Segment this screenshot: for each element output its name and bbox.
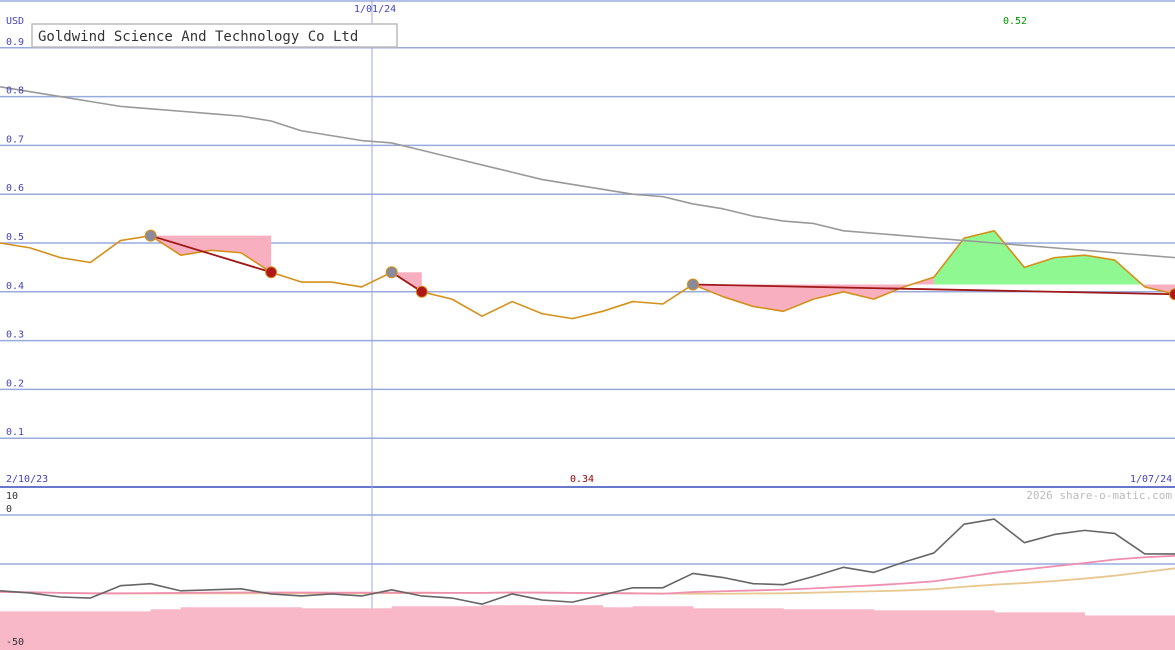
y-tick-label: 0.3 — [6, 330, 24, 341]
y-tick-label: 0.8 — [6, 86, 24, 97]
y-tick-label: 0.2 — [6, 378, 24, 389]
histogram-bar — [632, 606, 694, 650]
peak-marker — [686, 278, 699, 291]
indicator-y-tick-label: -50 — [6, 637, 24, 648]
y-tick-label: 0.6 — [6, 183, 24, 194]
stock-chart: 0.9 0.8 0.7 0.6 0.5 0.4 0.3 0.2 0.1 10 0 -50 Goldw… — [0, 0, 1175, 650]
gain-shaded-region — [933, 230, 1145, 287]
histogram-bar — [150, 609, 182, 650]
trough-marker — [265, 266, 278, 279]
indicator-panel-histogram — [0, 605, 1175, 650]
histogram-bar — [1084, 615, 1175, 650]
histogram-bar — [391, 606, 483, 650]
price-panel-grid — [0, 0, 1175, 650]
histogram-bar — [994, 612, 1086, 650]
x-axis-top-date-label: 1/01/24 — [354, 4, 396, 15]
histogram-bar — [692, 608, 784, 650]
x-axis-end-date-label: 1/07/24 — [1130, 474, 1172, 485]
trough-marker — [415, 285, 428, 298]
period-high-label: 0.52 — [1003, 16, 1027, 27]
momentum-series-line — [0, 518, 1175, 605]
y-tick-label: 0.4 — [6, 281, 24, 292]
y-tick-label: 0.5 — [6, 232, 24, 243]
loss-shaded-region — [692, 277, 934, 312]
pink_ma-series-line — [0, 554, 1175, 595]
histogram-bar — [180, 607, 302, 650]
chart-stage: 0.9 0.8 0.7 0.6 0.5 0.4 0.3 0.2 0.1 10 0 -50 Goldw… — [0, 0, 1175, 650]
watermark-text: 2026 share-o-matic.com — [1026, 489, 1172, 502]
y-tick-label: 0.7 — [6, 134, 24, 145]
chart-title: Goldwind Science And Technology Co Ltd — [38, 29, 358, 45]
histogram-bar — [873, 610, 995, 650]
histogram-bar — [301, 608, 393, 650]
indicator-y-tick-label: 0 — [6, 504, 12, 515]
peak-marker — [144, 229, 157, 242]
histogram-bar — [783, 609, 875, 650]
y-axis-unit-label: USD — [6, 16, 24, 27]
indicator-panel-series — [0, 518, 1175, 605]
histogram-bar — [482, 605, 604, 650]
histogram-bar — [602, 607, 634, 650]
indicator-y-tick-label: 10 — [6, 491, 18, 502]
y-tick-label: 0.9 — [6, 37, 24, 48]
y-tick-label: 0.1 — [6, 427, 24, 438]
moving-average-series-line — [0, 86, 1175, 259]
peak-marker — [385, 266, 398, 279]
period-low-label: 0.34 — [570, 474, 594, 485]
x-axis-start-date-label: 2/10/23 — [6, 474, 48, 485]
